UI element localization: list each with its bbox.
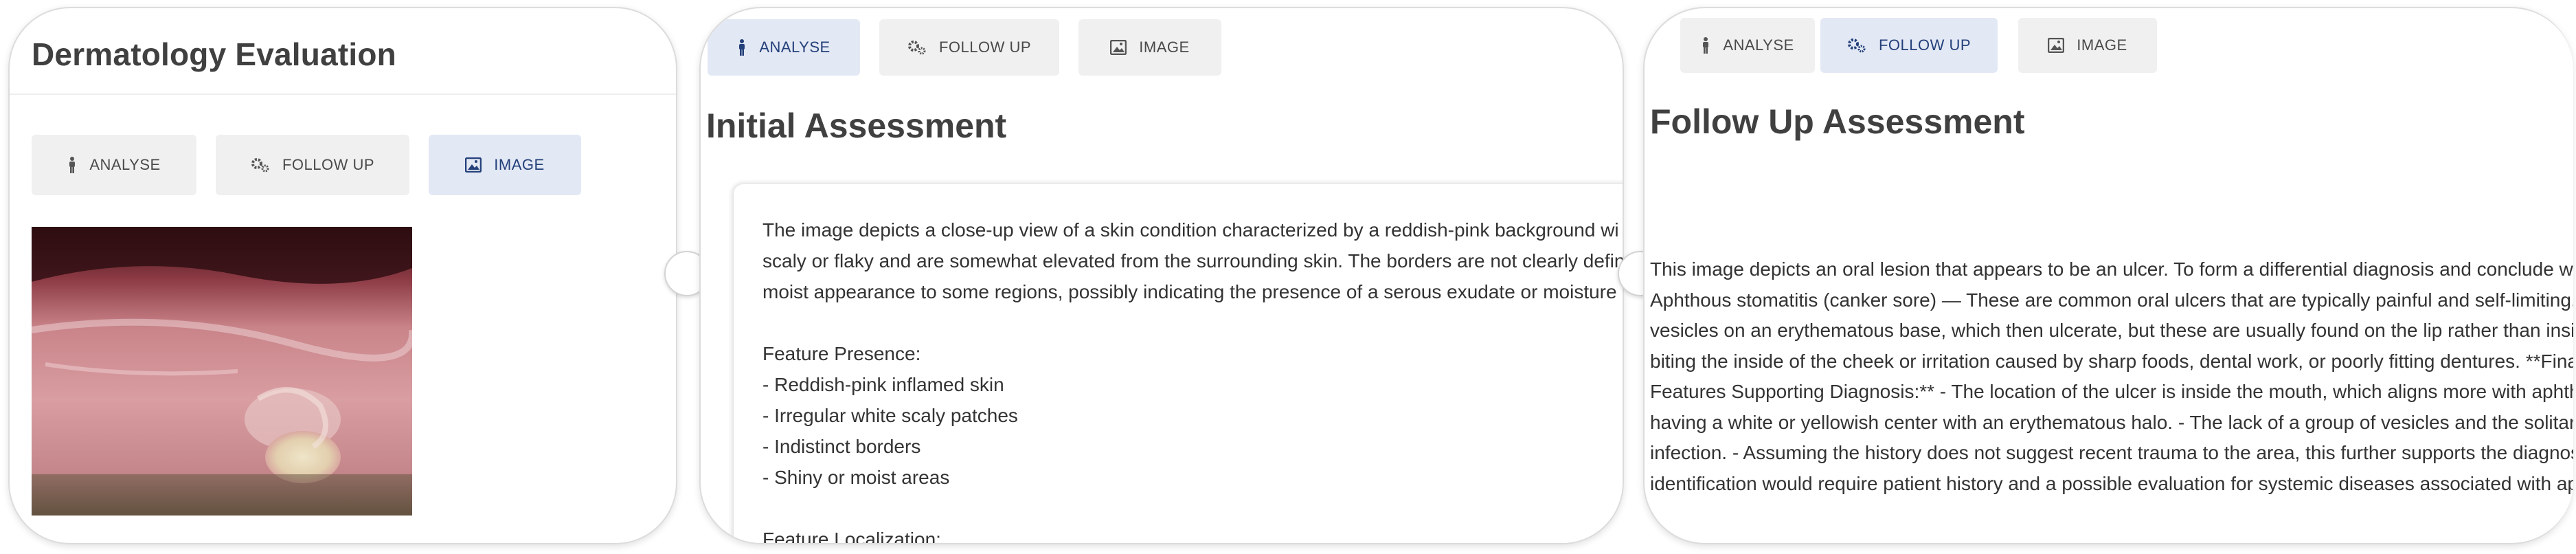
text-line: Aphthous stomatitis (canker sore) — Thes… — [1650, 289, 2573, 311]
follow-up-assessment-panel: ANALYSE FOLLOW UP IMAGE Follow Up Assess… — [1643, 7, 2573, 544]
assessment-text: The image depicts a close-up view of a s… — [762, 214, 1624, 544]
text-line: biting the inside of the cheek or irrita… — [1650, 350, 2573, 372]
tab-label: FOLLOW UP — [938, 38, 1032, 56]
dermatology-evaluation-panel: Dermatology Evaluation ANALYSE FOLLOW UP… — [8, 7, 677, 544]
tab-label: IMAGE — [1139, 38, 1190, 56]
text-line: identification would require patient his… — [1650, 472, 2573, 494]
image-icon — [2048, 38, 2065, 53]
tab-analyse[interactable]: ANALYSE — [32, 135, 196, 195]
text-line: moist appearance to some regions, possib… — [762, 281, 1617, 302]
text-line: infection. - Assuming the history does n… — [1650, 442, 2573, 463]
tab-label: FOLLOW UP — [282, 156, 375, 173]
text-line — [762, 493, 1623, 524]
initial-assessment-panel: ANALYSE FOLLOW UP IMAGE Initial Assessme… — [699, 7, 1624, 544]
text-line: - Indistinct borders — [762, 436, 921, 457]
tab-follow-up[interactable]: FOLLOW UP — [879, 19, 1059, 76]
text-line: The image depicts a close-up view of a s… — [762, 219, 1619, 241]
text-line: having a white or yellowish center with … — [1650, 411, 2573, 433]
section-title: Follow Up Assessment — [1650, 102, 2025, 141]
tab-label: IMAGE — [494, 156, 545, 173]
gears-icon — [907, 41, 926, 55]
text-line: Features Supporting Diagnosis:** - The l… — [1650, 381, 2573, 402]
text-line: - Shiny or moist areas — [762, 467, 950, 488]
text-line: Feature Presence: — [762, 343, 921, 364]
text-line: Feature Localization: — [762, 529, 941, 544]
tab-follow-up[interactable]: FOLLOW UP — [1820, 18, 1998, 73]
tab-analyse[interactable]: ANALYSE — [1680, 18, 1815, 73]
person-icon — [739, 39, 745, 56]
text-line: scaly or flaky and are somewhat elevated… — [762, 250, 1624, 272]
text-line: This image depicts an oral lesion that a… — [1650, 258, 2573, 280]
panel-title: Dermatology Evaluation — [32, 36, 396, 72]
tab-label: FOLLOW UP — [1878, 36, 1971, 54]
section-title: Initial Assessment — [706, 107, 1007, 145]
tab-label: ANALYSE — [1723, 36, 1794, 54]
text-line — [762, 307, 1623, 338]
tab-label: ANALYSE — [759, 38, 831, 56]
followup-text: This image depicts an oral lesion that a… — [1650, 254, 2573, 499]
person-icon — [69, 157, 76, 173]
tab-label: IMAGE — [2077, 36, 2127, 54]
title-divider — [10, 93, 676, 95]
lesion-photo — [32, 227, 412, 516]
text-line: - Reddish-pink inflamed skin — [762, 374, 1004, 395]
person-icon — [1703, 37, 1709, 54]
image-icon — [1110, 40, 1127, 55]
tab-image[interactable]: IMAGE — [2018, 18, 2157, 73]
tab-follow-up[interactable]: FOLLOW UP — [216, 135, 409, 195]
tab-analyse[interactable]: ANALYSE — [708, 19, 860, 76]
gears-icon — [1847, 38, 1866, 53]
image-icon — [465, 157, 482, 173]
gears-icon — [251, 158, 269, 173]
text-line: - Irregular white scaly patches — [762, 405, 1018, 426]
text-line: vesicles on an erythematous base, which … — [1650, 320, 2573, 341]
tab-image[interactable]: IMAGE — [1078, 19, 1221, 76]
tab-image[interactable]: IMAGE — [429, 135, 581, 195]
tab-label: ANALYSE — [89, 156, 161, 173]
